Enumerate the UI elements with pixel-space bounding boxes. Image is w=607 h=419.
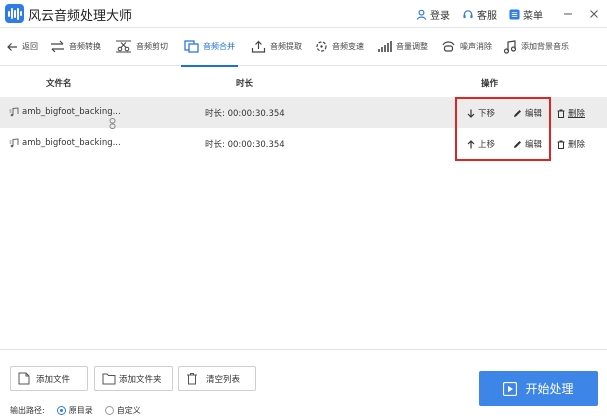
minimize-icon [564, 13, 572, 15]
tab-add-background-music[interactable]: 添加背景音乐 [503, 28, 569, 66]
scissors-icon [116, 40, 131, 53]
add-file-button[interactable]: 添加文件 [10, 366, 88, 391]
menu-icon [509, 8, 520, 20]
tab-audio-speed[interactable]: 音频变速 [315, 28, 364, 66]
title-bar: 风云音频处理大师 登录 客服 菜单 [0, 0, 607, 28]
convert-icon [51, 40, 64, 53]
user-icon [416, 9, 427, 20]
clear-list-button[interactable]: 清空列表 [178, 366, 256, 391]
divider [0, 349, 607, 350]
start-processing-button[interactable]: 开始处理 [479, 371, 598, 406]
tab-audio-convert[interactable]: 音频转换 [50, 28, 101, 66]
option-custom-dir[interactable]: 自定义 [117, 405, 141, 416]
volume-bars-icon [378, 41, 392, 52]
tab-audio-merge[interactable]: 音频合并 [181, 28, 238, 67]
noise-removal-icon [442, 41, 455, 52]
file-name: amb_bigfoot_backing... [22, 138, 121, 148]
service-button[interactable]: 客服 [462, 7, 497, 22]
delete-button[interactable]: 删除 [557, 107, 585, 119]
trash-icon [557, 109, 565, 118]
audio-file-icon [9, 138, 19, 148]
column-header-file: 文件名 [46, 79, 72, 89]
back-button[interactable]: 返回 [7, 28, 38, 66]
close-button[interactable] [581, 0, 607, 28]
column-header-duration: 时长 [236, 79, 254, 89]
tab-audio-cut[interactable]: 音频剪切 [115, 28, 168, 66]
menu-button[interactable]: 菜单 [509, 7, 543, 22]
music-note-icon [503, 39, 517, 54]
radio-original-dir[interactable] [56, 406, 66, 415]
tab-noise-removal[interactable]: 噪声消除 [441, 28, 492, 66]
trash-icon [557, 140, 565, 149]
tab-audio-extract[interactable]: 音频提取 [251, 28, 302, 66]
output-path: 输出路径: 原目录 自定义 [10, 405, 141, 416]
output-path-label: 输出路径: [10, 406, 45, 415]
play-icon [503, 381, 518, 396]
folder-icon [102, 373, 116, 384]
extract-icon [251, 40, 266, 53]
headset-icon [463, 9, 473, 18]
audio-file-icon [9, 107, 19, 117]
minimize-button[interactable] [555, 0, 581, 28]
column-header-actions: 操作 [481, 79, 499, 89]
function-toolbar: 返回 音频转换 音频剪切 音频合并 音频提取 音频变速 音量调整 噪声消除 添加… [0, 28, 607, 67]
speed-icon [316, 41, 327, 52]
add-folder-button[interactable]: 添加文件夹 [94, 366, 173, 391]
table-header: 文件名 时长 操作 [0, 66, 607, 97]
arrow-left-icon [7, 42, 17, 51]
login-button[interactable]: 登录 [416, 7, 450, 22]
file-name: amb_bigfoot_backing... [22, 107, 121, 117]
trash-icon [187, 373, 197, 385]
merge-icon [184, 40, 199, 53]
app-title: 风云音频处理大师 [28, 9, 133, 24]
delete-button[interactable]: 删除 [557, 138, 585, 150]
option-original-dir[interactable]: 原目录 [69, 405, 93, 416]
add-file-icon [18, 372, 30, 385]
close-icon [590, 10, 598, 18]
tab-volume-adjust[interactable]: 音量调整 [377, 28, 428, 66]
highlight-box [455, 97, 551, 161]
file-duration: 时长: 00:00:30.354 [205, 140, 285, 150]
app-logo-icon [5, 4, 24, 23]
file-duration: 时长: 00:00:30.354 [205, 109, 285, 119]
radio-custom-dir[interactable] [104, 406, 114, 415]
